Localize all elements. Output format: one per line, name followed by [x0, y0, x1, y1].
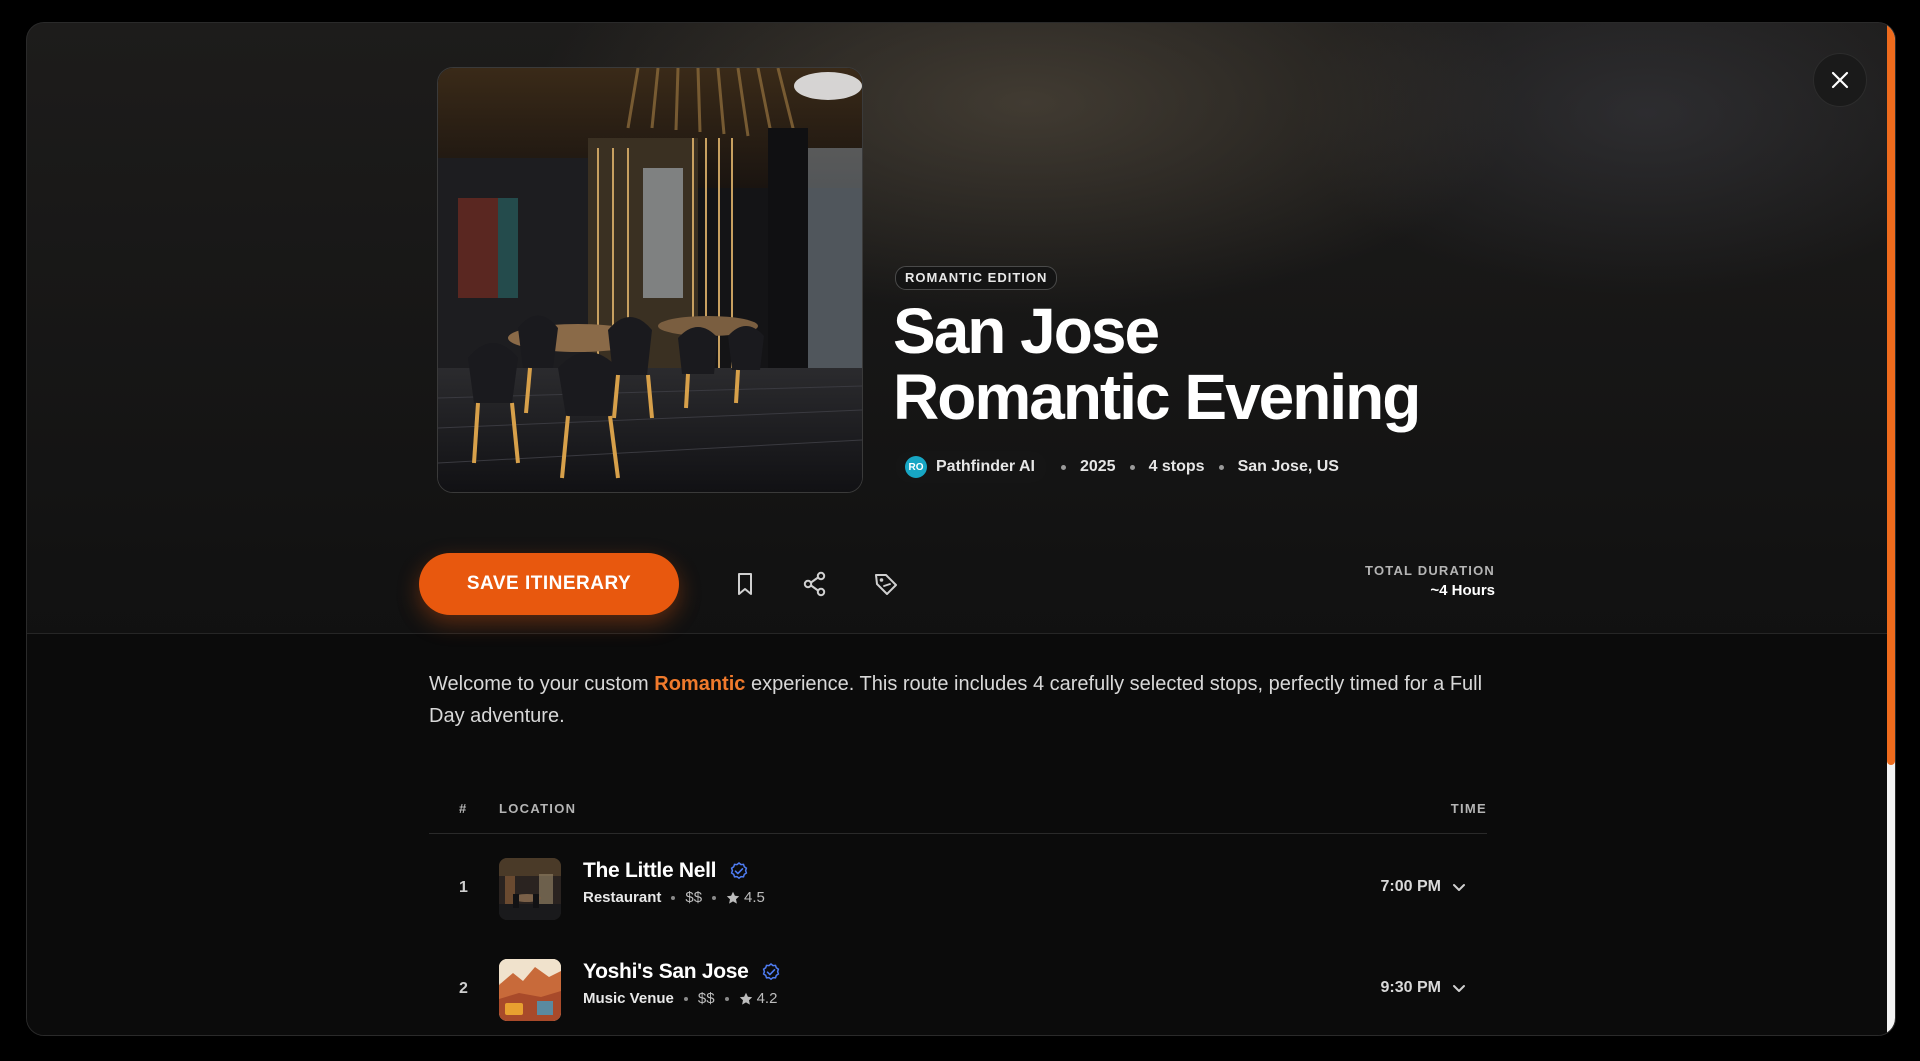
separator-dot — [671, 895, 676, 900]
table-row[interactable]: 1 The Little Nell Restaurant $$ 4.5 7:00… — [429, 849, 1487, 929]
intro-highlight: Romantic — [654, 673, 746, 695]
location-rating: 4.5 — [744, 889, 765, 906]
separator-dot — [724, 996, 729, 1001]
intro-text: Welcome to your custom Romantic experien… — [429, 668, 1499, 732]
share-icon — [803, 571, 826, 597]
stop-time: 9:30 PM — [1380, 979, 1441, 996]
location-price: $$ — [685, 889, 703, 906]
title-line-2: Romantic Evening — [893, 361, 1421, 433]
itinerary-meta: RO Pathfinder AI 2025 4 stops San Jose, … — [895, 451, 1339, 483]
location-thumbnail — [499, 858, 561, 920]
location-price: $$ — [697, 990, 715, 1007]
chevron-down-icon[interactable] — [1451, 879, 1467, 895]
separator-dot — [683, 996, 688, 1001]
col-time: TIME — [1450, 801, 1487, 816]
itinerary-modal: ROMANTIC EDITION San Jose Romantic Eveni… — [26, 22, 1896, 1036]
chevron-down-icon[interactable] — [1451, 980, 1467, 996]
star-icon — [726, 891, 740, 904]
total-duration: TOTAL DURATION ~4 Hours — [1365, 563, 1495, 599]
bookmark-button[interactable] — [728, 567, 762, 601]
stops-count: 4 stops — [1148, 458, 1205, 475]
verified-icon — [762, 963, 780, 981]
row-number: 2 — [459, 980, 468, 997]
separator-dot — [1060, 464, 1066, 470]
location-rating: 4.2 — [756, 990, 778, 1007]
table-row[interactable]: 2 Yoshi's San Jose Music Venue $$ 4.2 9:… — [429, 950, 1487, 1030]
row-number: 1 — [459, 879, 468, 896]
location: San Jose, US — [1237, 458, 1339, 475]
separator-dot — [1129, 464, 1135, 470]
col-number: # — [459, 801, 468, 816]
tag-icon — [875, 574, 897, 595]
page-title: San Jose Romantic Evening — [893, 295, 1421, 433]
hero-image — [437, 67, 863, 493]
separator-dot — [1218, 464, 1224, 470]
author-chip[interactable]: RO Pathfinder AI — [895, 451, 1047, 483]
location-thumbnail — [499, 959, 561, 1021]
col-location: LOCATION — [499, 801, 577, 816]
location-details: Restaurant $$ 4.5 — [583, 889, 765, 906]
table-header: # LOCATION TIME — [429, 781, 1487, 834]
location-details: Music Venue $$ 4.2 — [583, 990, 777, 1007]
star-icon — [739, 992, 752, 1005]
title-line-1: San Jose — [893, 295, 1160, 367]
scrollbar-thumb[interactable] — [1887, 23, 1895, 765]
avatar: RO — [905, 456, 927, 478]
intro-before: Welcome to your custom — [429, 673, 655, 695]
author-name: Pathfinder AI — [936, 458, 1035, 475]
location-category: Restaurant — [583, 889, 662, 906]
close-icon — [1831, 71, 1849, 89]
duration-value: ~4 Hours — [1430, 582, 1495, 599]
save-itinerary-button[interactable]: SAVE ITINERARY — [419, 553, 679, 615]
close-button[interactable] — [1813, 53, 1867, 107]
location-name-text: Yoshi's San Jose — [583, 960, 749, 983]
scrollbar-track[interactable] — [1887, 23, 1895, 1035]
separator-dot — [712, 895, 717, 900]
bookmark-icon — [738, 573, 752, 595]
stop-time: 7:00 PM — [1380, 878, 1441, 895]
duration-label: TOTAL DURATION — [1365, 563, 1495, 578]
verified-icon — [730, 862, 748, 880]
edition-badge: ROMANTIC EDITION — [895, 266, 1058, 290]
tag-button[interactable] — [869, 567, 903, 601]
location-name[interactable]: The Little Nell — [583, 859, 748, 883]
location-name-text: The Little Nell — [583, 859, 717, 882]
year: 2025 — [1079, 458, 1116, 475]
location-name[interactable]: Yoshi's San Jose — [583, 960, 780, 984]
share-button[interactable] — [798, 567, 832, 601]
location-category: Music Venue — [583, 990, 674, 1007]
